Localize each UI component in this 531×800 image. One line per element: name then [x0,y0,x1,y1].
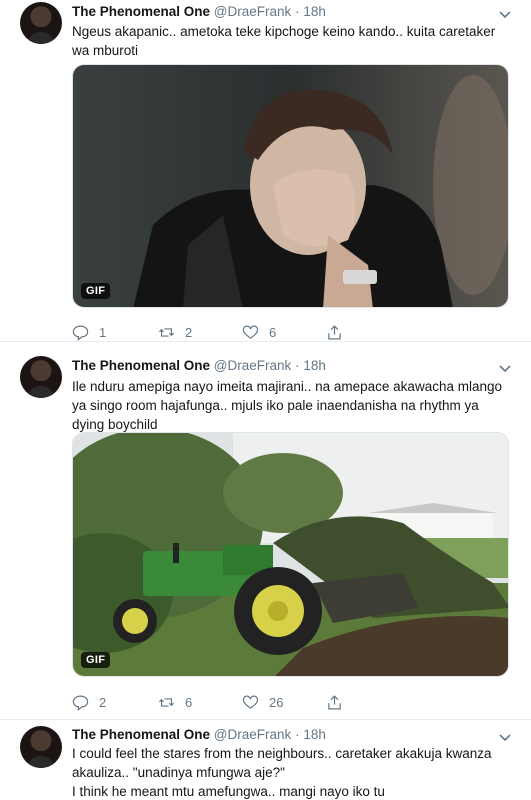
tweet-text: I could feel the stares from the neighbo… [72,744,512,800]
separator-dot: · [295,4,300,19]
heart-icon [242,325,259,339]
author-name[interactable]: The Phenomenal One [72,727,210,742]
reply-button[interactable]: 1 [72,322,106,342]
like-button[interactable]: 26 [242,692,283,712]
share-icon [328,694,341,709]
gif-preview-image [73,433,508,676]
gif-badge: GIF [81,652,111,668]
chevron-down-icon[interactable] [497,6,513,22]
avatar[interactable] [20,356,62,398]
tweet-media-gif[interactable]: GIF [72,64,509,308]
author-handle[interactable]: @DraeFrank [214,358,291,373]
separator-dot: · [295,358,300,373]
retweet-icon [158,327,175,337]
share-button[interactable] [326,692,353,712]
author-handle[interactable]: @DraeFrank [214,4,291,19]
reply-icon [72,325,89,341]
tweet-actions: 2 6 26 [72,692,372,712]
tweet-actions: 1 2 6 [72,322,372,342]
like-count: 26 [269,694,284,710]
retweet-icon [158,697,175,707]
gif-preview-image [73,65,508,307]
retweet-count: 6 [185,694,193,710]
gif-badge: GIF [81,283,111,299]
separator-dot: · [295,727,300,742]
tweet-text-line: I could feel the stares from the neighbo… [72,746,492,780]
tweet-time[interactable]: 18h [303,358,326,373]
tweet-media-gif[interactable]: GIF [72,432,509,677]
avatar[interactable] [20,2,62,44]
reply-button[interactable]: 2 [72,692,106,712]
reply-count: 1 [99,324,107,340]
reply-icon [72,695,89,711]
retweet-button[interactable]: 6 [158,692,192,712]
tweet-text-line: Ile nduru amepiga nayo imeita majirani..… [72,379,502,432]
share-button[interactable] [326,322,353,342]
tweet-time[interactable]: 18h [303,4,326,19]
tweet-time[interactable]: 18h [303,727,326,742]
reply-count: 2 [99,694,107,710]
tweet-1[interactable]: The Phenomenal One @DraeFrank · 18h Ngeu… [0,0,531,342]
author-handle[interactable]: @DraeFrank [214,727,291,742]
heart-icon [242,695,259,709]
retweet-count: 2 [185,324,193,340]
author-name[interactable]: The Phenomenal One [72,4,210,19]
tweet-header: The Phenomenal One @DraeFrank · 18h [72,4,326,19]
tweet-header: The Phenomenal One @DraeFrank · 18h [72,358,326,373]
tweet-text-line: Ngeus akapanic.. ametoka teke kipchoge k… [72,24,496,58]
tweet-header: The Phenomenal One @DraeFrank · 18h [72,727,326,742]
like-count: 6 [269,324,277,340]
retweet-button[interactable]: 2 [158,322,192,342]
avatar[interactable] [20,726,62,768]
chevron-down-icon[interactable] [497,360,513,376]
author-name[interactable]: The Phenomenal One [72,358,210,373]
chevron-down-icon[interactable] [497,729,513,745]
tweet-text: Ngeus akapanic.. ametoka teke kipchoge k… [72,22,512,60]
tweet-2[interactable]: The Phenomenal One @DraeFrank · 18h Ile … [0,342,531,720]
tweet-text-line: I think he meant mtu amefungwa.. mangi n… [72,784,385,799]
tweet-text: Ile nduru amepiga nayo imeita majirani..… [72,377,512,434]
share-icon [328,324,341,339]
tweet-3[interactable]: The Phenomenal One @DraeFrank · 18h I co… [0,720,531,800]
like-button[interactable]: 6 [242,322,276,342]
